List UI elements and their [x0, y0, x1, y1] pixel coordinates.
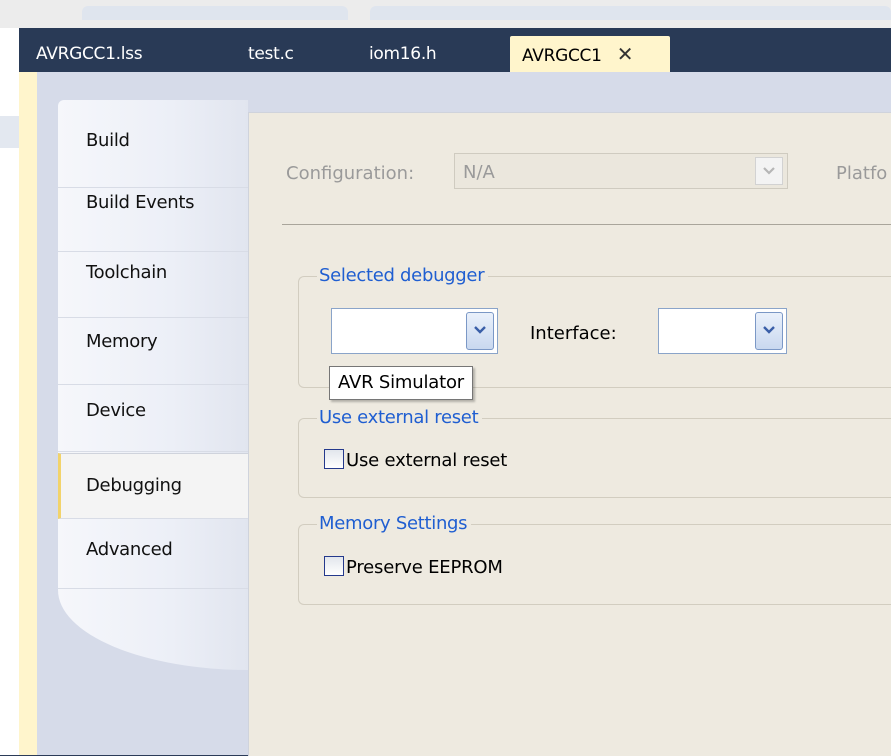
gutter-notch [0, 116, 19, 148]
doc-tab-avrgcc1-lss[interactable]: AVRGCC1.lss [36, 36, 143, 72]
nav-item-label: Advanced [86, 539, 173, 560]
nav-item-advanced[interactable]: Advanced [58, 519, 248, 589]
nav-item-device[interactable]: Device [58, 386, 248, 452]
nav-item-label: Device [86, 400, 146, 421]
configuration-label: Configuration: [286, 163, 415, 184]
debugger-select[interactable] [331, 308, 498, 354]
use-external-reset-checkbox[interactable] [324, 449, 344, 469]
nav-item-label: Build [86, 130, 130, 151]
nav-item-label: Toolchain [86, 262, 168, 283]
use-external-reset-row[interactable]: Use external reset [324, 449, 507, 471]
nav-item-build[interactable]: Build [58, 122, 248, 188]
memory-settings-title: Memory Settings [317, 513, 472, 534]
debugging-settings-panel: Configuration: N/A Platfo Selected debug… [248, 112, 891, 756]
configuration-value: N/A [463, 162, 495, 183]
selected-debugger-title: Selected debugger [317, 265, 489, 286]
interface-label: Interface: [530, 323, 617, 344]
nav-item-debugging[interactable]: Debugging [58, 453, 250, 519]
doc-tab-iom16-h[interactable]: iom16.h [369, 36, 437, 72]
nav-item-build-events[interactable]: Build Events [58, 186, 248, 252]
use-external-reset-label: Use external reset [346, 450, 508, 471]
doc-tab-label: AVRGCC1 [522, 46, 602, 66]
preserve-eeprom-label: Preserve EEPROM [346, 557, 503, 578]
nav-item-label: Debugging [86, 475, 182, 496]
chevron-down-icon[interactable] [466, 312, 494, 350]
left-gutter [0, 28, 19, 755]
platform-label: Platfo [836, 163, 888, 184]
doc-tab-label: test.c [248, 44, 294, 64]
close-icon[interactable]: ✕ [617, 36, 634, 72]
nav-item-label: Memory [86, 331, 158, 352]
preserve-eeprom-checkbox[interactable] [324, 556, 344, 576]
chevron-down-icon [755, 157, 783, 185]
debugger-tooltip: AVR Simulator [329, 366, 473, 400]
window-top-strip [0, 0, 891, 28]
separator [282, 224, 891, 225]
nav-item-memory[interactable]: Memory [58, 319, 248, 385]
nav-item-label: Build Events [86, 192, 195, 213]
chevron-down-icon[interactable] [755, 312, 783, 350]
preserve-eeprom-row[interactable]: Preserve EEPROM [324, 556, 503, 578]
doc-tab-test-c[interactable]: test.c [248, 36, 294, 72]
interface-select[interactable] [658, 308, 787, 354]
nav-item-toolchain[interactable]: Toolchain [58, 252, 248, 318]
top-strip-segment [370, 6, 891, 20]
tooltip-text: AVR Simulator [338, 372, 464, 393]
doc-tab-avrgcc1[interactable]: AVRGCC1 ✕ [510, 36, 670, 72]
doc-tab-label: iom16.h [369, 44, 437, 64]
top-strip-segment [82, 6, 348, 20]
configuration-select: N/A [454, 153, 788, 189]
external-reset-title: Use external reset [317, 407, 483, 428]
doc-tab-label: AVRGCC1.lss [36, 44, 143, 64]
document-tab-bar: AVRGCC1.lss test.c iom16.h AVRGCC1 ✕ [19, 28, 891, 72]
